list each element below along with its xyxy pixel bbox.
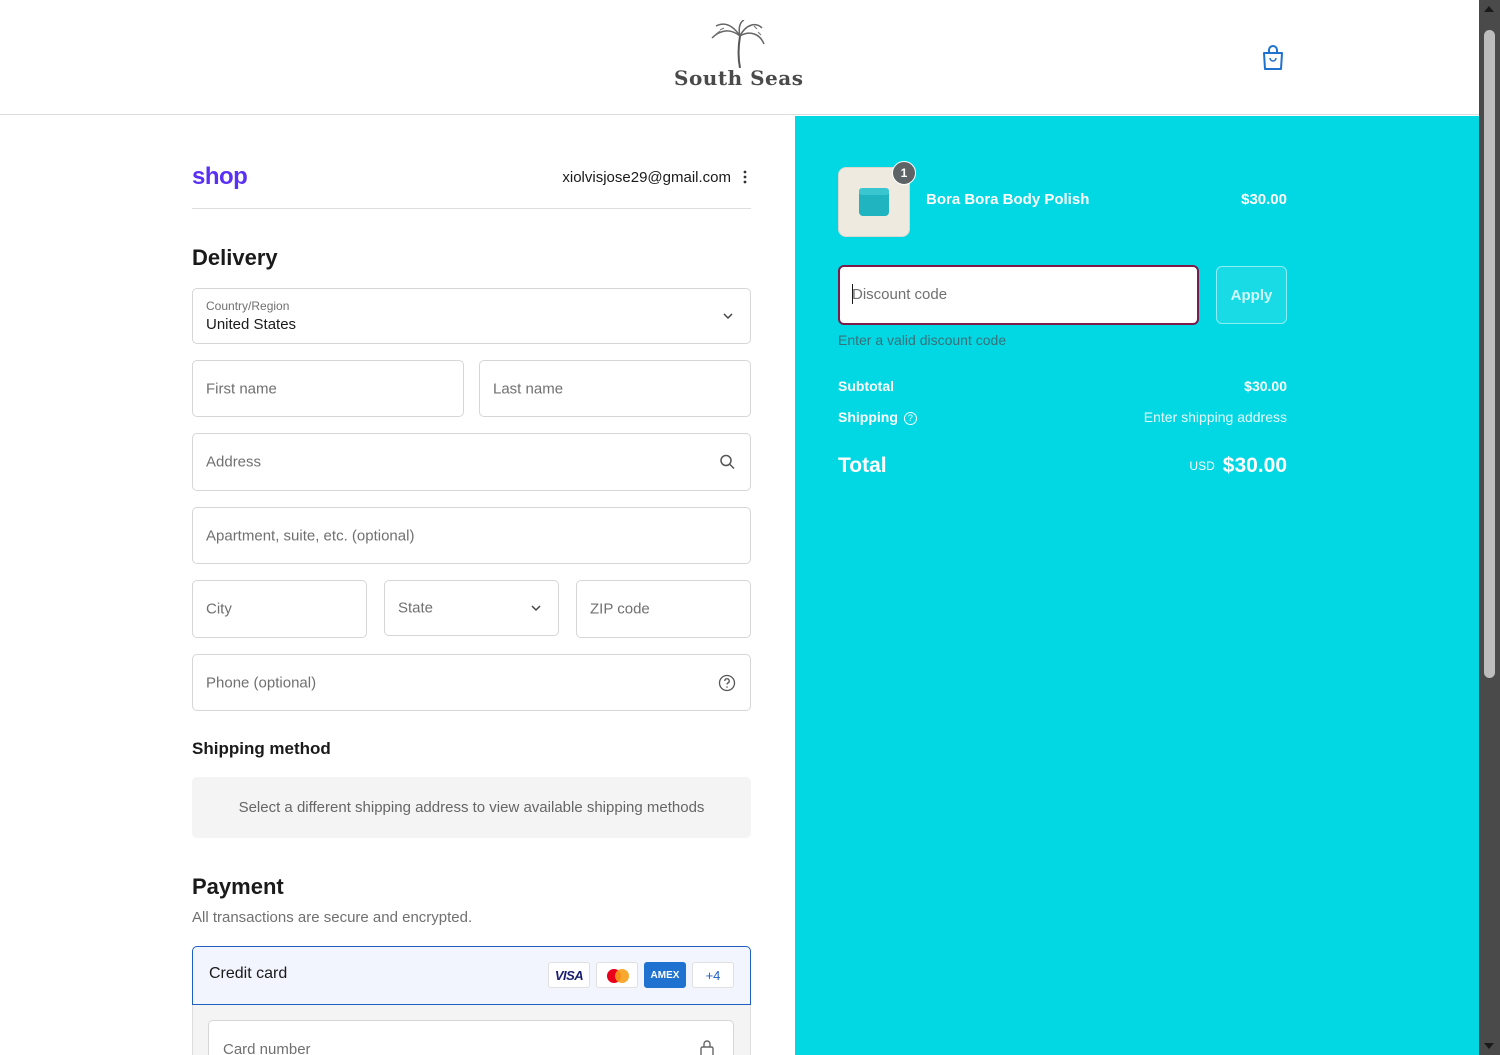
help-circle-icon[interactable]: ?: [903, 412, 917, 425]
city-placeholder: City: [206, 600, 232, 618]
help-circle-icon[interactable]: [718, 674, 736, 692]
page-scrollbar[interactable]: [1479, 0, 1500, 1055]
order-summary: 1 Bora Bora Body Polish $30.00 Discount …: [795, 116, 1479, 1055]
zip-placeholder: ZIP code: [590, 600, 650, 618]
brand-name: South Seas: [674, 66, 804, 90]
shop-account-row: shop xiolvisjose29@gmail.com: [192, 163, 751, 209]
card-number-field[interactable]: Card number: [208, 1020, 734, 1055]
city-field[interactable]: City: [192, 580, 367, 638]
visa-icon: VISA: [548, 962, 590, 988]
palm-tree-icon: [711, 20, 765, 68]
scroll-up-arrow-icon[interactable]: [1484, 6, 1494, 12]
card-brand-badges: VISA AMEX +4: [548, 962, 734, 988]
checkout-page: South Seas shop xiolvisjose29@gmail.com …: [0, 0, 1500, 1055]
search-icon: [720, 454, 735, 470]
subtotal-value: $30.00: [1244, 378, 1287, 394]
payment-heading: Payment: [192, 874, 284, 899]
discount-code-input[interactable]: Discount code: [838, 265, 1199, 325]
discount-placeholder: Discount code: [852, 286, 948, 303]
zip-field[interactable]: ZIP code: [576, 580, 751, 638]
address-placeholder: Address: [206, 453, 262, 471]
shipping-value: Enter shipping address: [1143, 409, 1287, 425]
last-name-placeholder: Last name: [493, 380, 564, 397]
total-row: Total USD $30.00: [838, 454, 1287, 478]
address-field[interactable]: Address: [192, 433, 751, 491]
country-select[interactable]: Country/Region United States: [192, 288, 751, 344]
country-label: Country/Region: [206, 299, 290, 313]
product-name: Bora Bora Body Polish: [926, 191, 1090, 208]
first-name-placeholder: First name: [206, 380, 277, 397]
chevron-down-icon: [531, 605, 541, 612]
apartment-placeholder: Apartment, suite, etc. (optional): [206, 527, 415, 544]
shipping-row: Shipping? Enter shipping address: [838, 409, 1287, 425]
product-price: $30.00: [1241, 191, 1287, 208]
subtotal-label: Subtotal: [838, 378, 894, 394]
apartment-field[interactable]: Apartment, suite, etc. (optional): [192, 507, 751, 564]
credit-card-label: Credit card: [209, 965, 288, 982]
shopping-bag-icon: [1263, 45, 1283, 70]
quantity-badge: 1: [892, 161, 916, 185]
apply-discount-button[interactable]: Apply: [1216, 266, 1287, 324]
state-select[interactable]: State: [384, 580, 559, 636]
scrollbar-thumb[interactable]: [1484, 30, 1495, 678]
credit-card-option[interactable]: Credit card VISA AMEX +4: [192, 946, 751, 1005]
mastercard-icon: [596, 962, 638, 988]
currency-code: USD: [1189, 459, 1215, 473]
total-value: $30.00: [1222, 454, 1287, 477]
shipping-method-heading: Shipping method: [192, 739, 331, 758]
delivery-heading: Delivery: [192, 245, 278, 270]
more-cards-badge: +4: [692, 962, 734, 988]
account-email: xiolvisjose29@gmail.com: [562, 169, 731, 186]
first-name-field[interactable]: First name: [192, 360, 464, 417]
shop-pay-logo: shop: [192, 163, 248, 190]
vertical-dots-icon[interactable]: [741, 167, 749, 187]
cart-button[interactable]: [1260, 44, 1286, 72]
discount-error: Enter a valid discount code: [838, 332, 1007, 348]
payment-subtitle: All transactions are secure and encrypte…: [192, 909, 473, 926]
checkout-form: shop xiolvisjose29@gmail.com Delivery Co…: [0, 116, 795, 1055]
total-label: Total: [838, 454, 887, 477]
amex-icon: AMEX: [644, 962, 686, 988]
subtotal-row: Subtotal $30.00: [838, 378, 1287, 394]
shipping-label: Shipping: [838, 409, 898, 425]
total-amount: USD $30.00: [1189, 454, 1287, 478]
card-number-placeholder: Card number: [223, 1041, 311, 1055]
chevron-down-icon: [723, 313, 733, 320]
brand-logo[interactable]: South Seas: [668, 20, 810, 95]
site-header: South Seas: [0, 0, 1479, 115]
state-placeholder: State: [398, 599, 434, 617]
country-value: United States: [206, 316, 297, 333]
product-jar-lid: [859, 188, 889, 195]
text-cursor: [852, 284, 853, 304]
phone-field[interactable]: Phone (optional): [192, 654, 751, 711]
lock-icon: [700, 1040, 714, 1055]
last-name-field[interactable]: Last name: [479, 360, 751, 417]
shipping-notice-text: Select a different shipping address to v…: [238, 799, 705, 816]
scroll-down-arrow-icon[interactable]: [1484, 1043, 1494, 1049]
shipping-method-notice: Select a different shipping address to v…: [192, 777, 751, 838]
phone-placeholder: Phone (optional): [206, 674, 317, 691]
